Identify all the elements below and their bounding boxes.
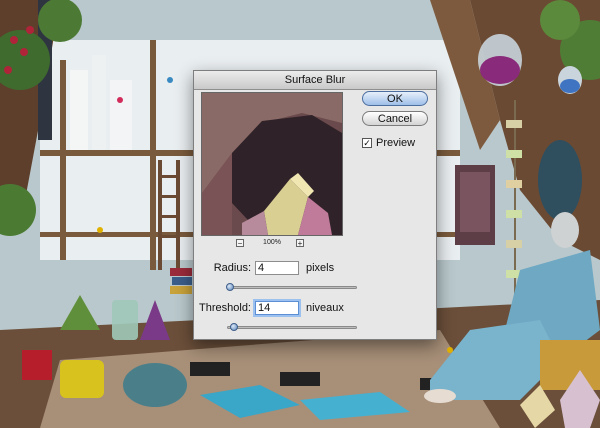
radius-label: Radius: [213,262,251,274]
threshold-slider-track[interactable] [227,326,357,329]
threshold-slider-thumb[interactable] [229,323,238,331]
cancel-button[interactable]: Cancel [362,111,428,126]
zoom-level: 100% [263,239,281,246]
zoom-controls: − 100% + [234,239,310,249]
preview-checkbox[interactable]: ✓ [362,138,372,148]
radius-slider-track[interactable] [227,286,357,289]
zoom-out-button[interactable]: − [236,239,244,248]
preview-pane[interactable] [201,92,343,236]
preview-image [202,93,342,235]
radius-unit: pixels [306,262,335,274]
surface-blur-dialog: Surface Blur − 100% + OK Cancel ✓ Previe… [193,70,437,340]
preview-checkbox-label: Preview [376,137,416,149]
threshold-unit: niveaux [306,302,344,314]
checkmark-icon: ✓ [363,138,371,148]
zoom-in-button[interactable]: + [296,239,304,248]
ok-button[interactable]: OK [362,91,428,106]
radius-slider-thumb[interactable] [225,283,234,291]
dialog-title[interactable]: Surface Blur [194,71,436,90]
threshold-label: Threshold: [199,302,251,314]
radius-input[interactable] [255,261,299,275]
threshold-input[interactable] [255,301,299,315]
